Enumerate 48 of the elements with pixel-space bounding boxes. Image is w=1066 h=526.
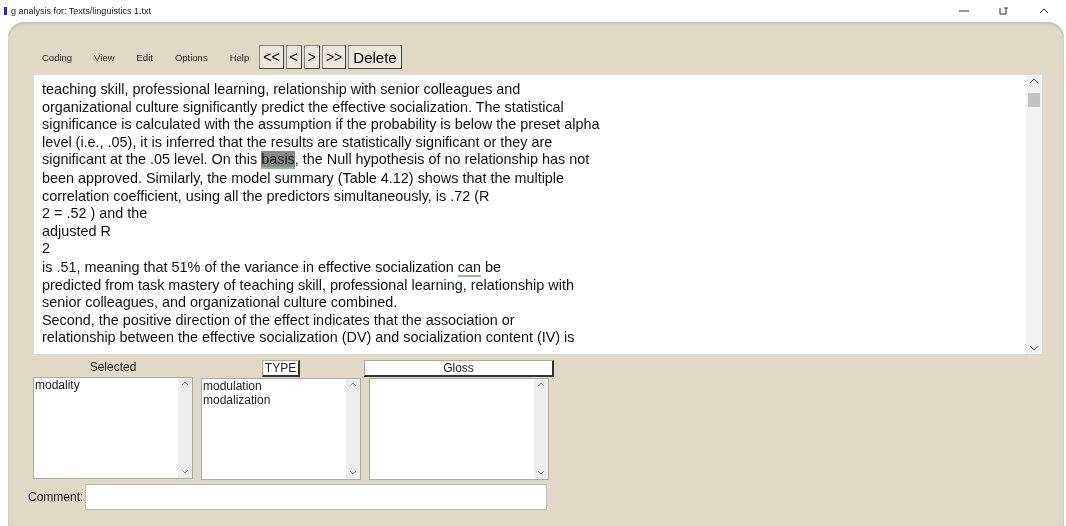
- menu-item[interactable]: View: [94, 51, 115, 63]
- text-line: 2 = .52 ) and the: [42, 205, 149, 223]
- scroll-up-icon[interactable]: [537, 382, 545, 387]
- text-line: organizational culture significantly predict the effective socialization. The statistical: [42, 98, 565, 117]
- text-line: correlation coefficient, using all the predictors simultaneously, is .72 (R: [42, 187, 491, 206]
- menu-item[interactable]: Coding: [42, 51, 73, 63]
- text-line: adjusted R: [42, 222, 112, 241]
- scroll-down-icon[interactable]: [349, 470, 357, 475]
- text-line: been approved. Similarly, the model summary (Table 4.12) shows that the multiple: [42, 169, 566, 188]
- text-line: relationship between the effective socialization (DV) and socialization content (IV) is: [42, 329, 576, 347]
- text-line: senior colleagues, and organizational culture combined.: [42, 294, 399, 312]
- column-header-button[interactable]: Gloss: [364, 360, 554, 377]
- text-line: predicted from task mastery of teaching skill, professional learning, relationship with: [42, 276, 575, 295]
- scroll-down-icon[interactable]: [181, 469, 189, 474]
- collapse-icon[interactable]: [1038, 6, 1050, 16]
- list-box[interactable]: modality: [33, 377, 193, 479]
- text-line: is .51, meaning that 51% of the variance in effective socialization can be: [42, 258, 502, 277]
- document-text-area[interactable]: [34, 74, 1042, 354]
- scroll-up-icon[interactable]: [349, 382, 357, 387]
- nav-button[interactable]: <: [285, 45, 302, 69]
- list-item[interactable]: modality: [35, 378, 178, 392]
- scroll-down-icon[interactable]: [537, 470, 545, 475]
- comment-label: Comment:: [28, 490, 84, 504]
- restore-icon[interactable]: [998, 6, 1010, 16]
- column-heading: Selected: [89, 360, 137, 376]
- nav-button[interactable]: >: [303, 45, 320, 69]
- text-line: significance is calculated with the assumption if the probability is below the preset alpha: [42, 116, 601, 134]
- scrollbar[interactable]: [1026, 75, 1042, 354]
- delete-button[interactable]: Delete: [348, 45, 402, 69]
- text-line: significant at the .05 level. On this basis, the Null hypothesis of no relationship has not: [42, 151, 591, 169]
- text-line: Second, the positive direction of the effect indicates that the association or: [42, 311, 516, 330]
- menu-item[interactable]: Help: [229, 51, 250, 63]
- list-box[interactable]: modulation modalization: [201, 378, 361, 480]
- list-item[interactable]: modulation: [203, 379, 346, 393]
- list-item[interactable]: modalization: [203, 393, 346, 407]
- window-title: g analysis for: Texts/linguistics 1.txt: [11, 6, 152, 16]
- column-header-button[interactable]: TYPE: [261, 360, 301, 377]
- text-line: teaching skill, professional learning, relationship with senior colleagues and: [42, 81, 522, 99]
- text-line: 2: [42, 240, 51, 258]
- menu-item[interactable]: Edit: [136, 51, 153, 63]
- nav-button[interactable]: <<: [259, 45, 284, 69]
- nav-button[interactable]: >>: [321, 45, 347, 69]
- list-box[interactable]: [369, 378, 549, 480]
- app-icon: [4, 7, 7, 15]
- scroll-up-icon[interactable]: [181, 381, 189, 386]
- text-line: level (i.e., .05), it is inferred that the results are statistically significant or they are: [42, 133, 554, 152]
- menu-item[interactable]: Options: [174, 51, 208, 63]
- comment-field[interactable]: [85, 484, 548, 510]
